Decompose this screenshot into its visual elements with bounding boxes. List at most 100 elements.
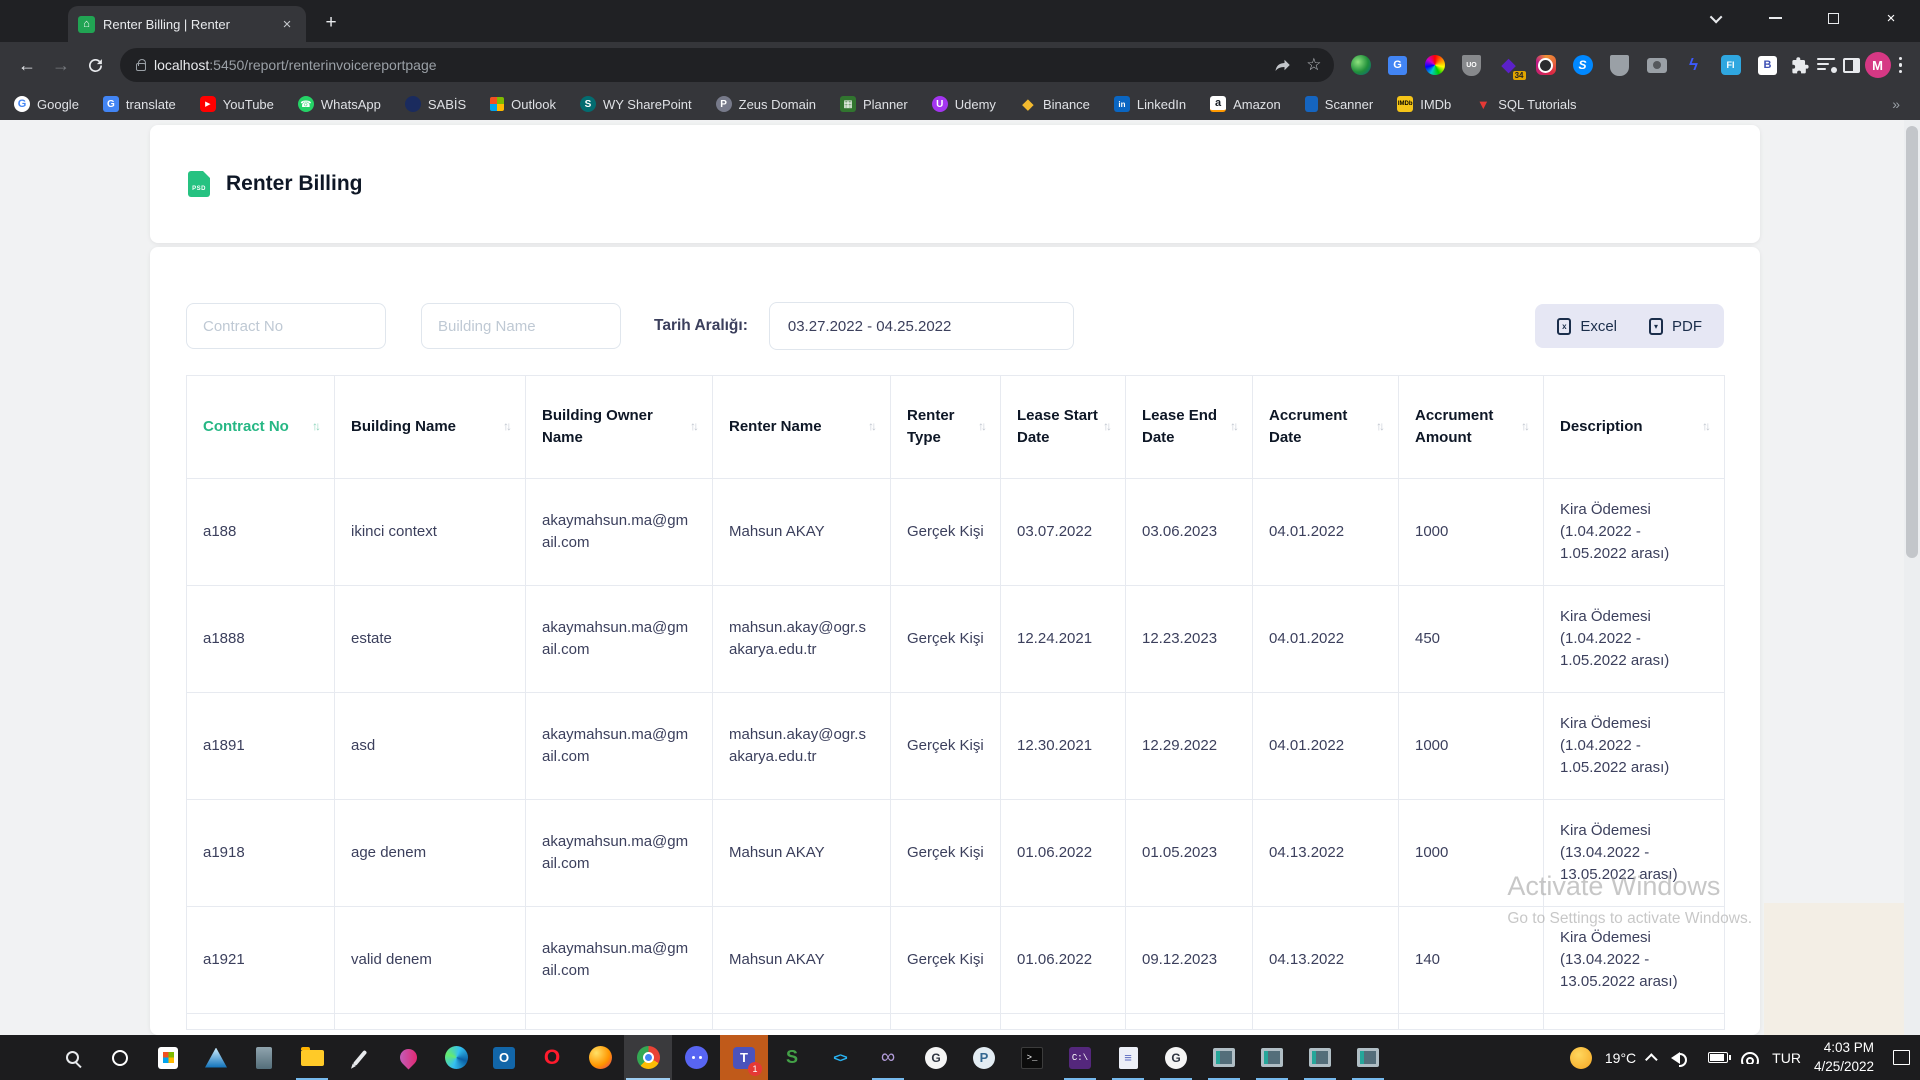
white-circle-app-2[interactable]: G: [1152, 1035, 1200, 1080]
back-icon[interactable]: ←: [10, 48, 44, 82]
bookmark-whatsapp[interactable]: ☎WhatsApp: [298, 96, 381, 112]
column-header-accrument-amount[interactable]: Accrument Amount↑↓: [1399, 376, 1544, 479]
screenshot-camera-extension-icon[interactable]: [1644, 52, 1670, 78]
start-button[interactable]: [0, 1035, 48, 1080]
reload-icon[interactable]: [78, 48, 112, 82]
file-explorer-app[interactable]: [288, 1035, 336, 1080]
remote-window-app-2[interactable]: [1248, 1035, 1296, 1080]
pgadmin-app[interactable]: P: [960, 1035, 1008, 1080]
address-bar[interactable]: localhost:5450/report/renterinvoicerepor…: [120, 48, 1334, 82]
sort-icon[interactable]: ↑↓: [978, 418, 984, 435]
bookmark-star-icon[interactable]: ☆: [1306, 55, 1321, 75]
column-header-building-owner-name[interactable]: Building Owner Name↑↓: [526, 376, 713, 479]
column-header-lease-start-date[interactable]: Lease Start Date↑↓: [1001, 376, 1126, 479]
contract-no-input[interactable]: [186, 303, 386, 349]
bookmark-translate[interactable]: Gtranslate: [103, 96, 176, 112]
bookmark-udemy[interactable]: UUdemy: [932, 96, 996, 112]
new-tab-button[interactable]: +: [318, 10, 344, 36]
green-swirl-app[interactable]: S: [768, 1035, 816, 1080]
bookmark-amazon[interactable]: aAmazon: [1210, 96, 1281, 112]
temperature-label[interactable]: 19°C: [1605, 1050, 1636, 1066]
extensions-puzzle-icon[interactable]: [1787, 52, 1813, 78]
action-center-icon[interactable]: [1893, 1050, 1910, 1065]
sort-icon[interactable]: ↑↓: [1702, 418, 1708, 435]
bookmark-binance[interactable]: ◆Binance: [1020, 96, 1090, 112]
sort-icon[interactable]: ↑↓: [868, 418, 874, 435]
microsoft-store-app[interactable]: [144, 1035, 192, 1080]
lock-icon[interactable]: [136, 63, 146, 71]
column-header-renter-name[interactable]: Renter Name↑↓: [713, 376, 891, 479]
excel-export-button[interactable]: x Excel: [1541, 304, 1633, 348]
tab-search-icon[interactable]: [1688, 0, 1746, 36]
column-header-lease-end-date[interactable]: Lease End Date↑↓: [1126, 376, 1253, 479]
wifi-icon[interactable]: [1741, 1052, 1759, 1064]
battery-icon[interactable]: [1708, 1052, 1728, 1063]
remote-window-app-4[interactable]: [1344, 1035, 1392, 1080]
outlook-app[interactable]: O: [480, 1035, 528, 1080]
media-playlist-icon[interactable]: [1813, 52, 1839, 78]
browser-menu-icon[interactable]: [1891, 53, 1911, 78]
vscode-app[interactable]: <>: [816, 1035, 864, 1080]
maximize-button[interactable]: [1804, 0, 1862, 36]
edge-app[interactable]: [432, 1035, 480, 1080]
sort-icon[interactable]: ↑↓: [1376, 418, 1382, 435]
cmd-app[interactable]: >_: [1008, 1035, 1056, 1080]
shield-clock-extension-icon[interactable]: [1607, 52, 1633, 78]
volume-icon[interactable]: [1671, 1052, 1695, 1064]
building-name-input[interactable]: [421, 303, 621, 349]
purple-diamond-extension-icon[interactable]: ◆34: [1496, 52, 1522, 78]
camera-ring-extension-icon[interactable]: [1533, 52, 1559, 78]
shazam-extension-icon[interactable]: S: [1570, 52, 1596, 78]
bookmark-imdb[interactable]: IMDbIMDb: [1397, 96, 1451, 112]
discord-app[interactable]: [672, 1035, 720, 1080]
close-button[interactable]: ×: [1862, 0, 1920, 36]
remote-window-app-1[interactable]: [1200, 1035, 1248, 1080]
white-circle-app-1[interactable]: G: [912, 1035, 960, 1080]
remote-window-app-3[interactable]: [1296, 1035, 1344, 1080]
pdf-export-button[interactable]: ▾ PDF: [1633, 304, 1718, 348]
tab-close-icon[interactable]: ×: [278, 15, 296, 33]
page-scrollbar[interactable]: [1904, 120, 1920, 1035]
chrome-app[interactable]: [624, 1035, 672, 1080]
paint3d-app[interactable]: [384, 1035, 432, 1080]
bookmark-google[interactable]: GGoogle: [14, 96, 79, 112]
scrollbar-thumb[interactable]: [1906, 126, 1918, 558]
profile-avatar[interactable]: M: [1865, 52, 1891, 78]
teams-app[interactable]: T1: [720, 1035, 768, 1080]
sort-icon[interactable]: ↑↓: [503, 418, 509, 435]
clock[interactable]: 4:03 PM 4/25/2022: [1814, 1039, 1874, 1075]
side-panel-icon[interactable]: [1839, 52, 1865, 78]
purple-console-app[interactable]: C:\: [1056, 1035, 1104, 1080]
weather-icon[interactable]: [1570, 1047, 1592, 1069]
bookmarks-overflow-icon[interactable]: »: [1886, 96, 1906, 112]
date-range-input[interactable]: 03.27.2022 - 04.25.2022: [769, 302, 1074, 350]
column-header-accrument-date[interactable]: Accrument Date↑↓: [1253, 376, 1399, 479]
bookmark-sabi-s[interactable]: SABİS: [405, 96, 466, 112]
sort-icon[interactable]: ↑↓: [1103, 418, 1109, 435]
bookmark-planner[interactable]: ▦Planner: [840, 96, 908, 112]
notepad-app[interactable]: ≡: [1104, 1035, 1152, 1080]
share-icon[interactable]: [1274, 56, 1292, 74]
browser-tab[interactable]: ⌂ Renter Billing | Renter ×: [68, 6, 306, 42]
column-header-renter-type[interactable]: Renter Type↑↓: [891, 376, 1001, 479]
bookmark-zeus-domain[interactable]: PZeus Domain: [716, 96, 816, 112]
firefox-app[interactable]: [576, 1035, 624, 1080]
sort-icon[interactable]: ↑↓: [690, 418, 696, 435]
language-indicator[interactable]: TUR: [1772, 1050, 1801, 1066]
bookmark-youtube[interactable]: ▶YouTube: [200, 96, 274, 112]
b-extension-icon[interactable]: B: [1755, 52, 1781, 78]
bookmark-scanner[interactable]: Scanner: [1305, 96, 1373, 112]
cortana-button[interactable]: [96, 1035, 144, 1080]
search-button[interactable]: [48, 1035, 96, 1080]
forward-icon[interactable]: →: [44, 48, 78, 82]
color-wheel-extension-icon[interactable]: [1422, 52, 1448, 78]
google-translate-extension-icon[interactable]: G: [1385, 52, 1411, 78]
minimize-button[interactable]: [1746, 0, 1804, 36]
column-header-building-name[interactable]: Building Name↑↓: [335, 376, 526, 479]
ublock-origin-extension-icon[interactable]: UO: [1459, 52, 1485, 78]
bookmark-outlook[interactable]: Outlook: [490, 97, 556, 112]
bookmark-linkedin[interactable]: inLinkedIn: [1114, 96, 1186, 112]
calculator-app[interactable]: [240, 1035, 288, 1080]
idm-extension-icon[interactable]: [1348, 52, 1374, 78]
bookmark-wy-sharepoint[interactable]: SWY SharePoint: [580, 96, 692, 112]
